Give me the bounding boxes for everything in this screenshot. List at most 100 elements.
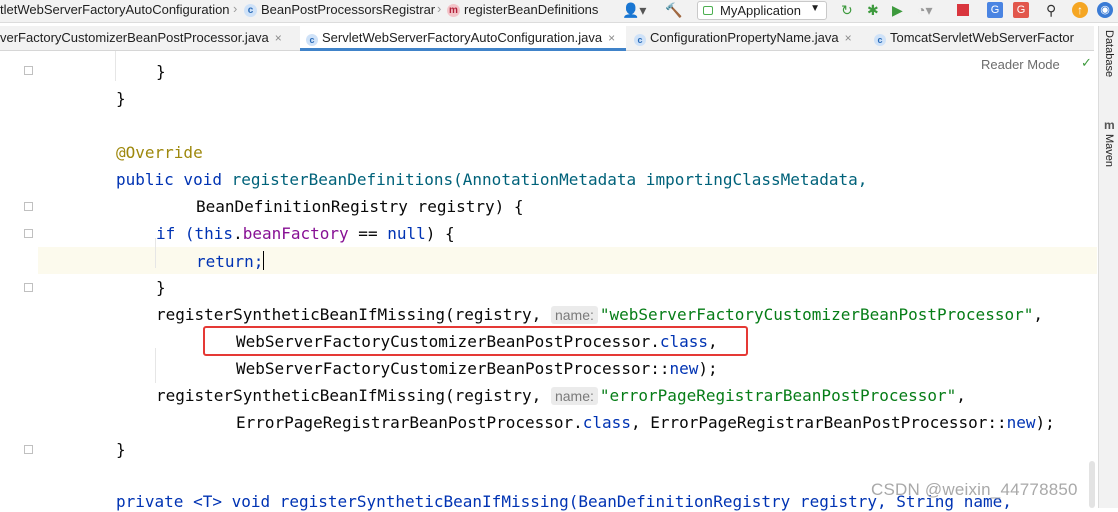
class-icon: c — [306, 34, 318, 46]
fold-marker[interactable] — [24, 202, 33, 211]
tab-tomcat-factory[interactable]: c TomcatServletWebServerFactor — [870, 26, 1098, 50]
tab-label: TomcatServletWebServerFactor — [890, 30, 1074, 45]
stop-icon[interactable] — [957, 4, 969, 16]
keyword-token: null — [387, 224, 426, 243]
red-highlight-box — [203, 326, 748, 356]
code-line: WebServerFactoryCustomizerBeanPostProces… — [36, 359, 718, 379]
code-token: ErrorPageRegistrarBeanPostProcessor. — [236, 413, 583, 432]
watermark: CSDN @weixin_44778850 — [871, 480, 1078, 499]
keyword-token: if ( — [156, 224, 195, 243]
method-icon: m — [447, 4, 460, 17]
keyword-token: class — [582, 413, 631, 432]
tab-servlet-autoconfig[interactable]: c ServletWebServerFactoryAutoConfiguratio… — [300, 26, 626, 51]
fold-marker[interactable] — [24, 229, 33, 238]
keyword-token: new — [1006, 413, 1036, 432]
ide-logo-icon[interactable]: ◉ — [1097, 2, 1113, 18]
code-editor[interactable]: Reader Mode ✓ } } @Override public void … — [0, 51, 1097, 511]
code-line: if (this.beanFactory == null) { — [36, 224, 455, 244]
reader-mode-toggle[interactable]: Reader Mode — [981, 57, 1060, 72]
code-token: registerSyntheticBeanIfMissing(registry, — [156, 386, 551, 405]
code-token: } — [116, 89, 126, 108]
breadcrumb-separator: › — [437, 1, 442, 16]
run-config-icon — [703, 6, 713, 15]
code-line: ErrorPageRegistrarBeanPostProcessor.clas… — [36, 413, 1055, 433]
close-icon[interactable]: × — [845, 31, 852, 45]
keyword-token: public void — [116, 170, 232, 189]
right-tool-strip: Database m Maven — [1098, 26, 1118, 508]
coverage-icon[interactable]: ▶ — [892, 2, 903, 19]
text-caret — [263, 251, 265, 270]
profile-icon[interactable]: ◔▾ — [917, 2, 932, 19]
maven-panel-tab[interactable]: Maven — [1103, 134, 1115, 167]
code-line: BeanDefinitionRegistry registry) { — [36, 197, 524, 217]
breadcrumb-method[interactable]: m registerBeanDefinitions — [447, 2, 598, 17]
no-problems-check-icon[interactable]: ✓ — [1081, 55, 1092, 71]
code-token: , — [956, 386, 966, 405]
plugin-icon[interactable]: G — [1013, 2, 1029, 18]
parameter-hint: name: — [550, 387, 598, 405]
code-line: } — [36, 62, 166, 82]
close-icon[interactable]: × — [275, 31, 282, 45]
user-icon[interactable]: 👤▾ — [622, 2, 646, 19]
editor-gutter — [0, 51, 38, 508]
close-icon[interactable]: × — [608, 31, 615, 45]
code-token: } — [116, 440, 126, 459]
tab-configuration-property-name[interactable]: c ConfigurationPropertyName.java × — [630, 26, 874, 50]
code-token: } — [156, 278, 166, 297]
code-line: private <T> void registerSyntheticBeanIf… — [36, 492, 1012, 512]
keyword-token: this — [194, 224, 234, 243]
breadcrumb-inner-class-label: BeanPostProcessorsRegistrar — [261, 2, 436, 17]
parameter-hint: name: — [550, 306, 598, 324]
class-icon: c — [874, 34, 886, 46]
code-token: } — [156, 62, 166, 81]
code-line: } — [36, 278, 166, 298]
fold-marker[interactable] — [24, 66, 33, 75]
database-panel-tab[interactable]: Database — [1103, 30, 1115, 77]
tab-label: ConfigurationPropertyName.java — [650, 30, 839, 45]
code-token: registerSyntheticBeanIfMissing(registry, — [156, 305, 551, 324]
code-line: @Override — [36, 143, 203, 163]
breadcrumb-inner-class[interactable]: c BeanPostProcessorsRegistrar — [244, 2, 435, 17]
translate-icon[interactable]: G — [987, 2, 1003, 18]
breadcrumb-method-label: registerBeanDefinitions — [464, 2, 599, 17]
tab-webserver-customizer[interactable]: verFactoryCustomizerBeanPostProcessor.ja… — [0, 26, 290, 50]
code-line: return; — [36, 251, 265, 272]
debug-icon[interactable]: ✱ — [867, 2, 879, 19]
class-icon: c — [244, 4, 257, 17]
code-token: ); — [698, 359, 718, 378]
code-token: ) { — [425, 224, 455, 243]
breadcrumb-class[interactable]: tletWebServerFactoryAutoConfiguration — [0, 2, 230, 17]
code-token: . — [233, 224, 243, 243]
editor-tabs: verFactoryCustomizerBeanPostProcessor.ja… — [0, 26, 1094, 51]
code-token: BeanDefinitionRegistry registry) { — [196, 197, 524, 216]
code-line: registerSyntheticBeanIfMissing(registry,… — [36, 305, 1043, 325]
string-token: "errorPageRegistrarBeanPostProcessor" — [599, 386, 957, 405]
tab-label: ServletWebServerFactoryAutoConfiguration… — [322, 30, 603, 45]
search-icon[interactable]: ⚲ — [1046, 2, 1056, 19]
code-line: } — [36, 89, 126, 109]
rerun-icon[interactable]: ↻ — [841, 2, 853, 19]
fold-marker[interactable] — [24, 283, 33, 292]
keyword-token: return; — [196, 252, 264, 271]
code-line: public void registerBeanDefinitions(Anno… — [36, 170, 867, 190]
breadcrumb-separator: › — [233, 1, 238, 16]
build-hammer-icon[interactable]: 🔨 — [665, 2, 682, 19]
code-token: , ErrorPageRegistrarBeanPostProcessor:: — [630, 413, 1007, 432]
maven-icon: m — [1104, 118, 1115, 132]
chevron-down-icon: ▼ — [810, 3, 820, 14]
scrollbar-thumb[interactable] — [1089, 461, 1095, 508]
code-token: , — [1033, 305, 1043, 324]
code-token: == — [348, 224, 388, 243]
tab-label: verFactoryCustomizerBeanPostProcessor.ja… — [0, 30, 269, 45]
method-signature-token: registerBeanDefinitions(AnnotationMetada… — [231, 170, 868, 189]
keyword-token: new — [669, 359, 699, 378]
fold-marker[interactable] — [24, 445, 33, 454]
string-token: "webServerFactoryCustomizerBeanPostProce… — [599, 305, 1034, 324]
run-configuration-select[interactable]: MyApplication ▼ — [697, 1, 827, 20]
code-line: registerSyntheticBeanIfMissing(registry,… — [36, 386, 966, 406]
run-configuration-label: MyApplication — [720, 3, 801, 18]
annotation-token: @Override — [116, 143, 203, 162]
code-line: } — [36, 440, 126, 460]
update-icon[interactable]: ↑ — [1072, 2, 1088, 18]
navigation-bar: tletWebServerFactoryAutoConfiguration › … — [0, 0, 1118, 23]
